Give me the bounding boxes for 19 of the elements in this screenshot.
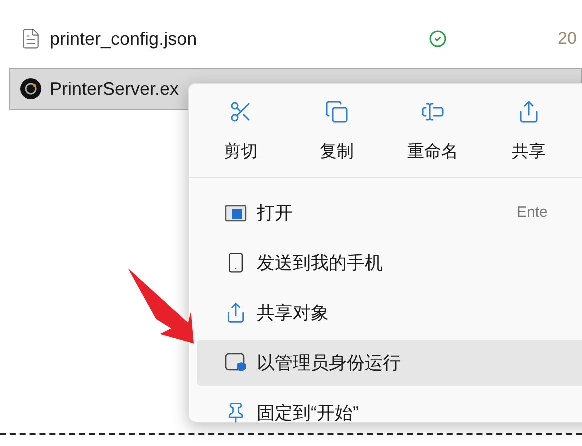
menu-item[interactable]: 共享对象 (197, 290, 582, 336)
menu-item[interactable]: 固定到“开始” (197, 390, 582, 436)
share-icon (225, 302, 247, 324)
shortcut-text: Ente (517, 202, 548, 223)
file-date: 20 (558, 28, 577, 50)
program-icon (20, 78, 42, 100)
pointer-arrow-icon (128, 268, 194, 344)
menu-item[interactable]: 以管理员身份运行 (197, 340, 582, 386)
menu-tool-button[interactable]: 重命名 (385, 100, 481, 164)
file-name: PrinterServer.ex (50, 78, 180, 100)
menu-tool-button[interactable]: 共享 (481, 100, 577, 164)
menu-item[interactable]: 发送到我的手机 (197, 240, 582, 286)
shield-window-icon (225, 352, 247, 374)
menu-item[interactable]: 打开 Ente (197, 190, 582, 236)
file-name: printer_config.json (50, 28, 198, 51)
copy-icon (325, 100, 349, 124)
menu-tool-button[interactable]: 剪切 (193, 100, 289, 164)
menu-tool-button[interactable]: 复制 (289, 100, 385, 164)
document-icon (20, 27, 42, 51)
